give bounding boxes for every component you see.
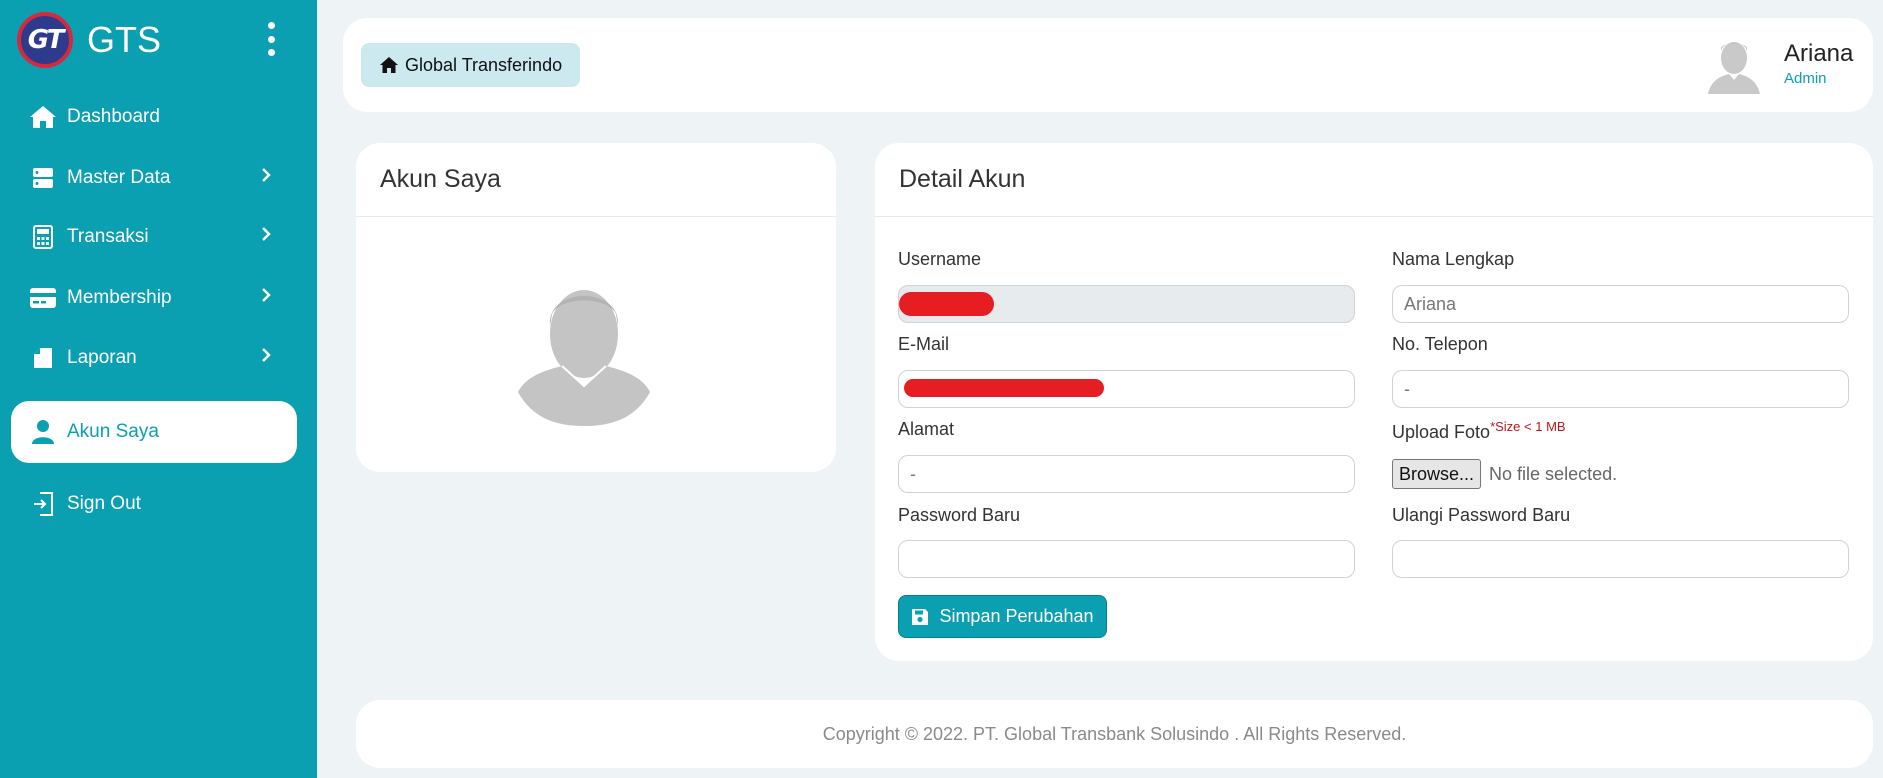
more-vertical-icon[interactable] [262, 22, 280, 56]
save-label: Simpan Perubahan [939, 606, 1094, 626]
detail-card: Detail Akun Username Nama Lengkap Ariana… [875, 143, 1873, 661]
server-icon [29, 164, 57, 192]
new-password-input[interactable] [898, 540, 1355, 578]
upload-photo-text: Upload Foto [1392, 422, 1491, 442]
email-input[interactable] [898, 370, 1355, 408]
logo-text: GT [27, 25, 65, 55]
avatar[interactable] [1705, 36, 1763, 98]
sidebar: GT GTS Dashboard Master Data Transaksi M… [0, 0, 317, 778]
top-bar: Global Transferindo Ariana Admin [343, 18, 1873, 112]
save-changes-button[interactable]: Simpan Perubahan [898, 595, 1107, 638]
copyright-text: Copyright © 2022. PT. Global Transbank S… [822, 723, 1407, 744]
footer: Copyright © 2022. PT. Global Transbank S… [356, 700, 1873, 768]
profile-avatar [516, 276, 652, 426]
upload-photo-label: Upload Foto*Size < 1 MB [1392, 419, 1566, 443]
sidebar-item-label: Membership [67, 287, 172, 308]
fullname-value: Ariana [1404, 293, 1457, 314]
sidebar-item-dashboard[interactable]: Dashboard [11, 86, 297, 148]
upload-size-note: *Size < 1 MB [1490, 419, 1566, 434]
calculator-icon [29, 223, 57, 251]
phone-label: No. Telepon [1392, 334, 1488, 354]
gts-logo: GT [17, 12, 73, 68]
browse-button[interactable]: Browse... [1392, 459, 1482, 489]
user-name: Ariana [1784, 40, 1854, 67]
breadcrumb-label: Global Transferindo [405, 54, 563, 75]
fullname-label: Nama Lengkap [1392, 249, 1515, 269]
new-password-label: Password Baru [898, 505, 1021, 525]
phone-value: - [1404, 378, 1410, 399]
sidebar-item-label: Dashboard [67, 106, 160, 127]
username-input [898, 285, 1355, 323]
sidebar-item-membership[interactable]: Membership [11, 267, 297, 329]
brand[interactable]: GT GTS [17, 12, 161, 68]
chevron-right-icon [261, 226, 271, 248]
sidebar-item-label: Master Data [67, 167, 171, 188]
username-label: Username [898, 249, 982, 269]
address-label: Alamat [898, 419, 955, 439]
credit-card-icon [29, 284, 57, 312]
user-role: Admin [1784, 70, 1827, 87]
sidebar-item-laporan[interactable]: Laporan [11, 327, 297, 389]
sign-out-icon [29, 490, 57, 518]
redacted-value [899, 292, 994, 316]
chevron-right-icon [261, 347, 271, 369]
sidebar-item-label: Akun Saya [67, 421, 159, 442]
save-icon [912, 608, 929, 625]
home-icon [380, 57, 398, 73]
sidebar-item-label: Transaksi [67, 226, 149, 247]
chevron-right-icon [261, 167, 271, 189]
address-value: - [910, 463, 916, 484]
home-icon [29, 103, 57, 131]
sidebar-item-master-data[interactable]: Master Data [11, 147, 297, 209]
file-icon [29, 344, 57, 372]
profile-card: Akun Saya [356, 143, 836, 472]
sidebar-item-label: Laporan [67, 347, 137, 368]
user-icon [29, 418, 57, 446]
profile-card-title: Akun Saya [356, 143, 836, 217]
sidebar-item-transaksi[interactable]: Transaksi [11, 206, 297, 268]
sidebar-item-sign-out[interactable]: Sign Out [11, 473, 297, 535]
fullname-input[interactable]: Ariana [1392, 285, 1849, 323]
sidebar-item-akun-saya[interactable]: Akun Saya [11, 401, 297, 463]
breadcrumb[interactable]: Global Transferindo [361, 43, 581, 87]
upload-photo-field: Browse... No file selected. [1392, 455, 1617, 493]
repeat-password-input[interactable] [1392, 540, 1849, 578]
phone-input[interactable]: - [1392, 370, 1849, 408]
repeat-password-label: Ulangi Password Baru [1392, 505, 1571, 525]
email-label: E-Mail [898, 334, 950, 354]
sidebar-item-label: Sign Out [67, 493, 141, 514]
chevron-right-icon [261, 287, 271, 309]
file-status: No file selected. [1489, 463, 1618, 484]
detail-card-title: Detail Akun [875, 143, 1873, 217]
address-input[interactable]: - [898, 455, 1355, 493]
redacted-value [904, 379, 1104, 397]
brand-name: GTS [87, 19, 162, 60]
